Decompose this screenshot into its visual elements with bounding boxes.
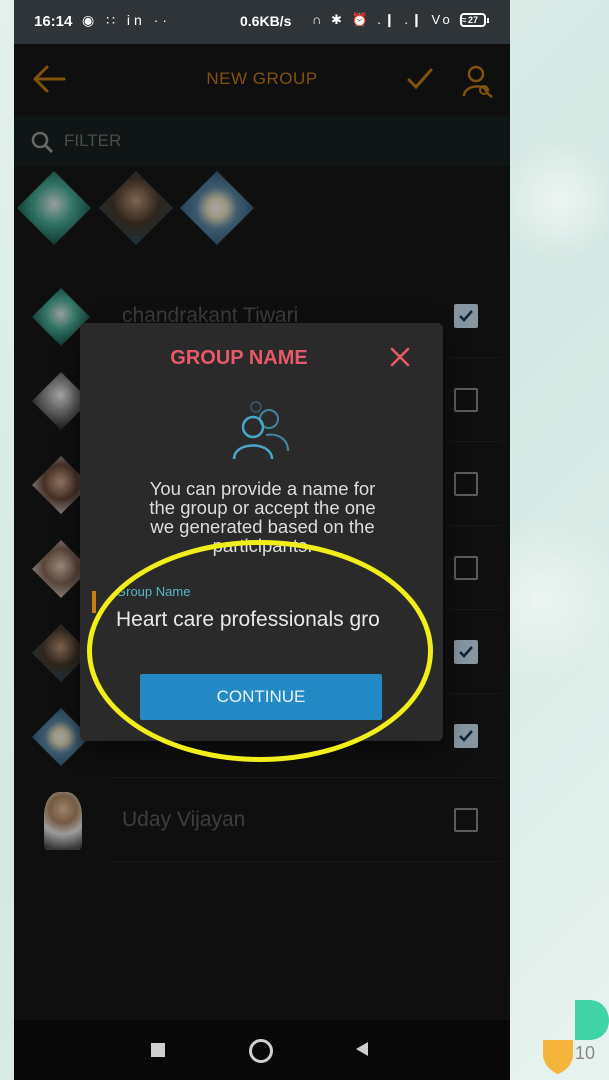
- field-indicator: [92, 591, 96, 613]
- group-icon: [232, 401, 289, 460]
- recents-button[interactable]: [151, 1043, 165, 1057]
- navigation-bar: [14, 1020, 510, 1080]
- network-speed: 0.6KB/s: [240, 13, 292, 29]
- battery-icon: 27: [460, 13, 489, 27]
- message-line: we generated based on the: [150, 516, 375, 537]
- status-bar: 16:14 ◉ ∷ in ·· 0.6KB/s ∩ ✱ ⏰ .❙ .❙ Vo ≈…: [14, 0, 510, 44]
- back-triangle-icon[interactable]: [354, 1040, 370, 1058]
- dialog-title: GROUP NAME: [170, 347, 308, 369]
- decorative-shape: [575, 1000, 609, 1040]
- message-line: You can provide a name for: [149, 478, 376, 499]
- message-line: the group or accept the one: [149, 497, 376, 518]
- home-button[interactable]: [249, 1039, 273, 1063]
- page-number: 10: [575, 1043, 596, 1063]
- decorative-shield: [543, 1040, 573, 1074]
- close-icon[interactable]: [388, 345, 412, 369]
- system-icons: ∩ ✱ ⏰ .❙ .❙ Vo ≈: [312, 12, 470, 27]
- highlight-ellipse: [87, 540, 433, 762]
- status-time: 16:14: [34, 13, 73, 30]
- notification-icons: ◉ ∷ in ··: [82, 12, 172, 28]
